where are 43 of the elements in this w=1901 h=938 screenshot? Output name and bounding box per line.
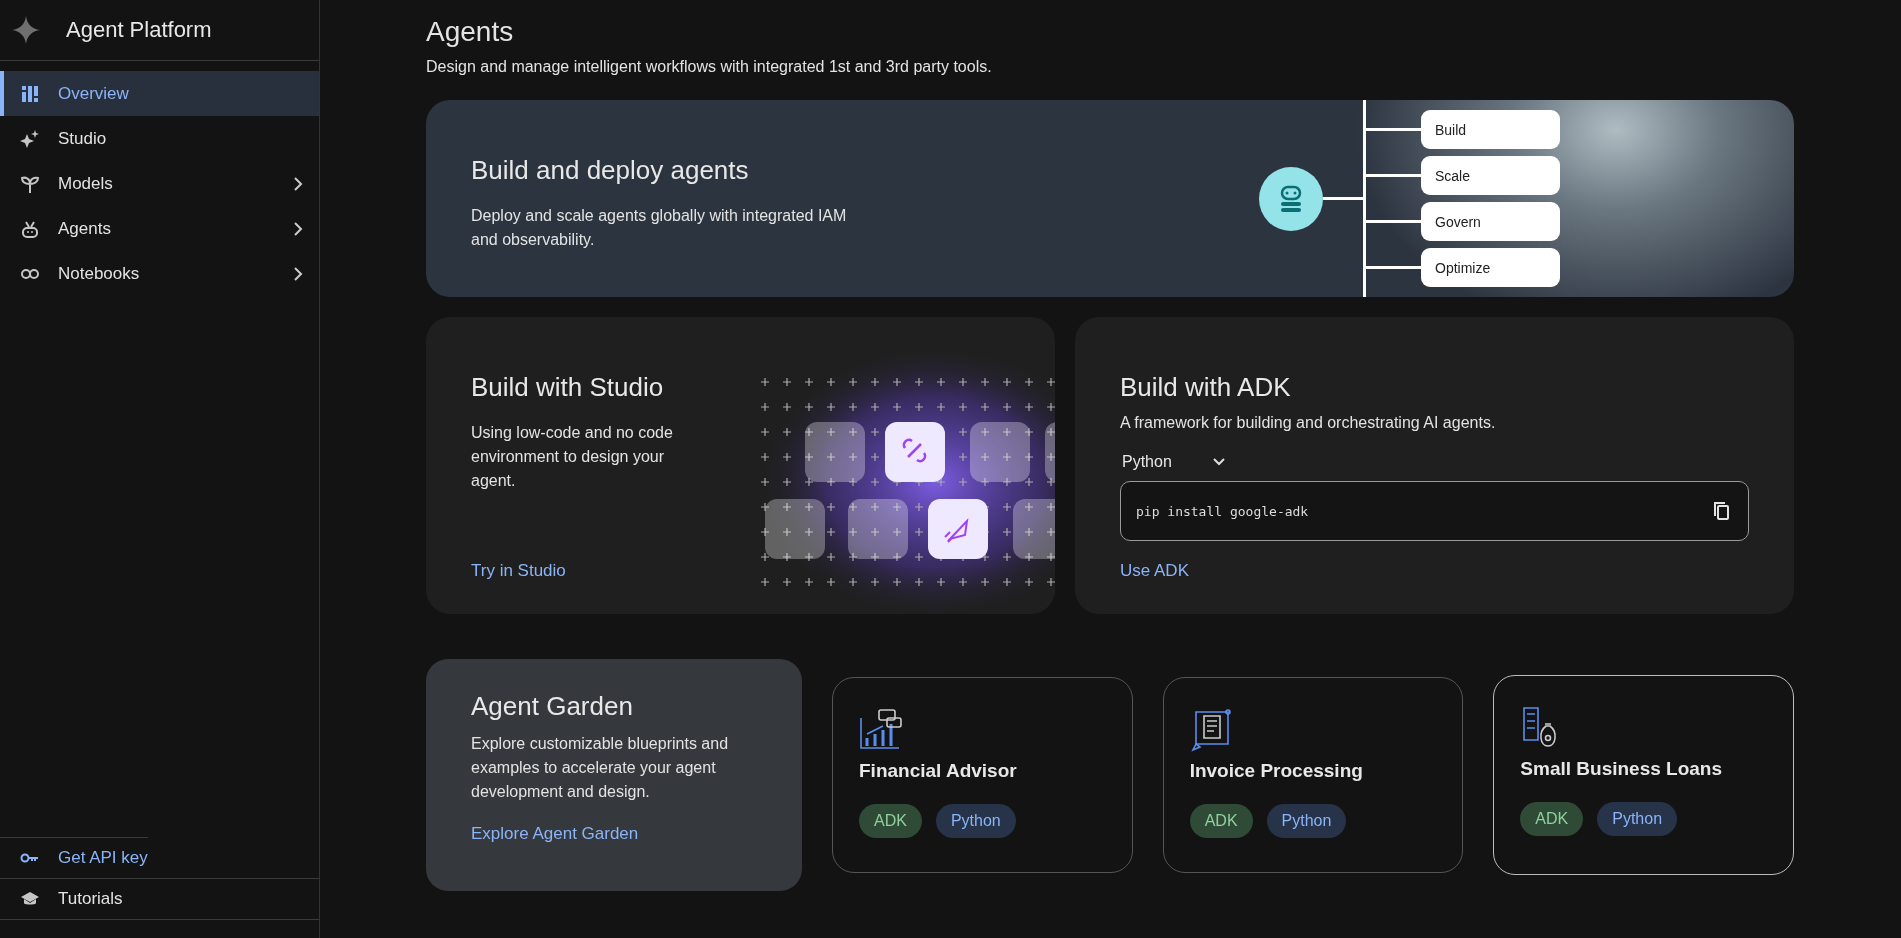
tag-chip: Python <box>935 804 1016 838</box>
sparkle-logo-icon <box>12 16 40 44</box>
step-label: Build <box>1421 110 1560 149</box>
sample-card[interactable]: Financial Advisor ADK Python <box>832 677 1133 873</box>
nav-item[interactable]: Agents <box>0 206 319 251</box>
tag-chip: ADK <box>1520 802 1584 836</box>
sample-title: Financial Advisor <box>859 760 1017 782</box>
card-title: Build with ADK <box>1120 372 1291 403</box>
tag-chip: ADK <box>859 804 922 838</box>
nav-item[interactable]: Overview <box>0 71 319 116</box>
nav-item[interactable]: Models <box>0 161 319 206</box>
adk-link[interactable]: Use ADK <box>1120 561 1189 581</box>
nav-item[interactable]: Studio <box>0 116 319 161</box>
page-title: Agents <box>426 16 514 48</box>
sample-card[interactable]: Invoice Processing ADK Python <box>1162 677 1464 873</box>
nav-item[interactable]: Notebooks <box>0 251 319 296</box>
banner-text: Deploy and scale agents globally with integrated IAM and observability. <box>471 206 848 250</box>
step-label: Govern <box>1421 202 1560 241</box>
step-label: Optimize <box>1421 248 1560 287</box>
language-dropdown[interactable]: Python <box>1122 453 1226 471</box>
card-text: Using low-code and no code environment to design your agent. <box>471 423 674 491</box>
chart-chat-icon <box>859 708 905 752</box>
page-subtitle: Design and manage intelligent workflows with integrated 1st and 3rd party tools. <box>426 58 992 76</box>
tag-chip: ADK <box>1189 804 1253 838</box>
step-label: Scale <box>1421 156 1560 195</box>
tag-chip: Python <box>1266 804 1347 838</box>
sparkle-icon <box>20 128 40 149</box>
garden-link[interactable]: Explore Agent Garden <box>471 824 639 844</box>
card-title: Agent Garden <box>471 691 633 722</box>
footer-link[interactable]: Get API key <box>0 837 148 878</box>
sample-card[interactable]: Small Business Loans ADK Python <box>1493 675 1794 875</box>
install-command: pip install google-adk <box>1136 503 1309 519</box>
app-title: Agent Platform <box>66 17 212 43</box>
studio-link[interactable]: Try in Studio <box>471 561 566 581</box>
card-text: Explore customizable blueprints and examples to accelerate your agent development and design. <box>471 734 730 802</box>
tag-chip: Python <box>1597 802 1678 836</box>
card-text: A framework for building and orchestrating AI agents. <box>1120 413 1496 433</box>
dashboard-icon <box>20 83 40 104</box>
sample-title: Invoice Processing <box>1189 760 1363 782</box>
sample-title: Small Business Loans <box>1520 758 1723 780</box>
card-title: Build with Studio <box>471 372 665 403</box>
footer-item[interactable]: Tutorials <box>0 878 319 920</box>
banner-title: Build and deploy agents <box>471 155 749 186</box>
